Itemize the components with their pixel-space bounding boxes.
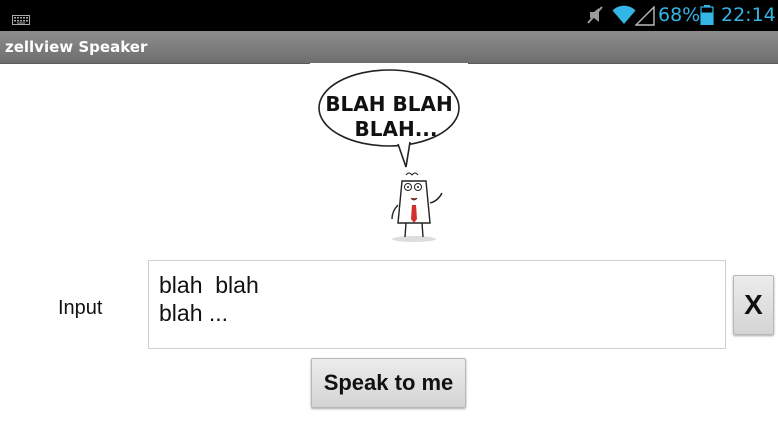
signal-icon — [634, 5, 655, 30]
battery-percentage: 68% — [658, 4, 701, 26]
speech-text-input[interactable]: blah blah blah ... — [148, 260, 726, 349]
wifi-icon — [612, 5, 636, 29]
app-title: zellview Speaker — [5, 38, 148, 56]
mute-icon — [586, 5, 604, 29]
speech-bubble-line2: BLAH... — [355, 117, 438, 141]
speech-bubble-line1: BLAH BLAH — [325, 92, 452, 116]
input-label: Input — [58, 297, 103, 319]
speak-button[interactable]: Speak to me — [311, 358, 466, 408]
character-figure — [391, 172, 443, 242]
action-bar: zellview Speaker — [0, 31, 778, 64]
clock: 22:14 — [721, 4, 776, 26]
status-bar: 68% 22:14 — [0, 0, 778, 31]
speaker-illustration: BLAH BLAH BLAH... — [310, 63, 468, 259]
clear-button[interactable]: X — [733, 275, 774, 335]
keyboard-icon — [12, 10, 30, 29]
battery-icon — [700, 5, 714, 29]
